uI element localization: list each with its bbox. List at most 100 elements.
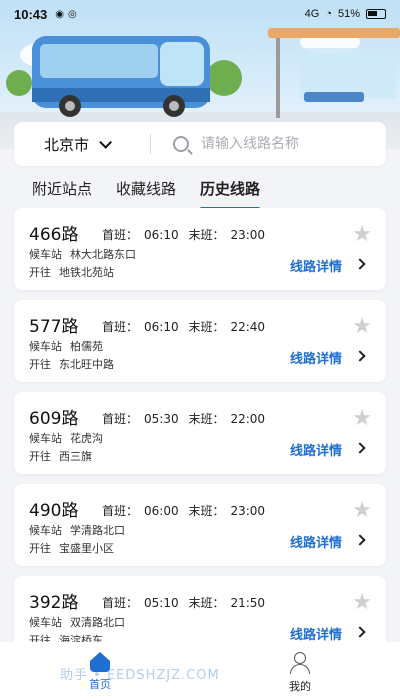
chevron-right-icon[interactable] bbox=[354, 350, 366, 362]
first-bus-time: 06:10 bbox=[144, 228, 179, 242]
first-bus-label: 首班： bbox=[102, 228, 139, 242]
first-bus-label: 首班： bbox=[102, 596, 139, 610]
first-bus-time: 06:10 bbox=[144, 320, 179, 334]
notification-icon: ◎ bbox=[67, 8, 77, 20]
nav-home[interactable]: 首页 bbox=[0, 642, 200, 700]
waiting-stop-value: 学清路北口 bbox=[70, 524, 125, 537]
destination-value: 东北旺中路 bbox=[59, 358, 114, 371]
destination-label: 开往 bbox=[29, 450, 51, 463]
destination: 开往 东北旺中路 bbox=[29, 356, 114, 372]
tab-history-routes[interactable]: 历史线路 bbox=[200, 170, 261, 210]
waiting-stop-value: 林大北路东口 bbox=[70, 248, 136, 261]
waiting-stop-label: 候车站 bbox=[29, 432, 62, 445]
waiting-stop-label: 候车站 bbox=[29, 340, 62, 353]
first-bus-label: 首班： bbox=[102, 504, 139, 518]
last-bus-time: 21:50 bbox=[230, 596, 266, 610]
route-card[interactable]: 466路 首班： 06:10 末班： 23:00 候车站 林大北路东口 开往 地铁北苑站… bbox=[14, 208, 386, 290]
route-card[interactable]: 577路 首班： 06:10 末班： 22:40 候车站 柏儒苑 开往 东北旺中路 ★ … bbox=[14, 300, 386, 382]
last-bus-label: 末班： bbox=[188, 504, 225, 518]
tab-bar: 附近站点 收藏线路 历史线路 bbox=[0, 170, 400, 210]
route-name: 577路 bbox=[29, 317, 79, 337]
destination: 开往 地铁北苑站 bbox=[29, 264, 114, 280]
last-bus-time: 22:00 bbox=[230, 412, 266, 426]
last-bus-label: 末班： bbox=[188, 596, 225, 610]
route-card[interactable]: 609路 首班： 05:30 末班： 22:00 候车站 花虎沟 开往 西三旗 ★ 线路… bbox=[14, 392, 386, 474]
waiting-stop: 候车站 学清路北口 bbox=[29, 522, 125, 538]
city-label: 北京市 bbox=[44, 135, 90, 154]
first-bus-label: 首班： bbox=[102, 320, 139, 334]
destination: 开往 宝盛里小区 bbox=[29, 540, 114, 556]
home-icon bbox=[88, 652, 112, 672]
nav-mine[interactable]: 我的 bbox=[200, 642, 400, 700]
last-bus-time: 23:00 bbox=[230, 504, 266, 518]
last-bus-label: 末班： bbox=[188, 320, 225, 334]
waiting-stop: 候车站 林大北路东口 bbox=[29, 246, 136, 262]
route-times: 首班： 05:30 末班： 22:00 bbox=[102, 410, 271, 427]
route-times: 首班： 06:10 末班： 23:00 bbox=[102, 226, 271, 243]
route-card[interactable]: 490路 首班： 06:00 末班： 23:00 候车站 学清路北口 开往 宝盛里小区 … bbox=[14, 484, 386, 566]
wifi-icon: ◔ bbox=[325, 8, 332, 20]
route-detail-link[interactable]: 线路详情 bbox=[290, 624, 342, 643]
waiting-stop: 候车站 柏儒苑 bbox=[29, 338, 103, 354]
battery-level: 51% bbox=[337, 8, 360, 20]
chevron-down-icon bbox=[99, 135, 113, 149]
first-bus-label: 首班： bbox=[102, 412, 139, 426]
route-name: 466路 bbox=[29, 225, 79, 245]
route-name: 609路 bbox=[29, 409, 79, 429]
star-icon[interactable]: ★ bbox=[352, 224, 372, 246]
waiting-stop-value: 柏儒苑 bbox=[70, 340, 103, 353]
search-icon bbox=[173, 136, 189, 152]
route-times: 首班： 06:10 末班： 22:40 bbox=[102, 318, 271, 335]
battery-icon bbox=[366, 9, 386, 19]
user-icon bbox=[288, 652, 312, 674]
destination-label: 开往 bbox=[29, 542, 51, 555]
waiting-stop-label: 候车站 bbox=[29, 616, 62, 629]
star-icon[interactable]: ★ bbox=[352, 500, 372, 522]
route-detail-link[interactable]: 线路详情 bbox=[290, 348, 342, 367]
tab-nearby-stations[interactable]: 附近站点 bbox=[32, 170, 92, 210]
route-detail-link[interactable]: 线路详情 bbox=[290, 440, 342, 459]
destination-label: 开往 bbox=[29, 266, 51, 279]
status-bar: 10:43 ◉ ◎ 4G ◔ 51% bbox=[0, 0, 400, 28]
network-indicator: 4G bbox=[304, 8, 320, 20]
route-detail-link[interactable]: 线路详情 bbox=[290, 256, 342, 275]
waiting-stop-value: 双清路北口 bbox=[70, 616, 125, 629]
route-name: 490路 bbox=[29, 501, 79, 521]
nav-mine-label: 我的 bbox=[289, 680, 311, 693]
first-bus-time: 05:30 bbox=[144, 412, 179, 426]
star-icon[interactable]: ★ bbox=[352, 316, 372, 338]
chevron-right-icon[interactable] bbox=[354, 258, 366, 270]
route-times: 首班： 06:00 末班： 23:00 bbox=[102, 502, 271, 519]
weibo-icon: ◉ bbox=[55, 8, 64, 20]
destination-value: 宝盛里小区 bbox=[59, 542, 114, 555]
chevron-right-icon[interactable] bbox=[354, 626, 366, 638]
last-bus-time: 23:00 bbox=[230, 228, 266, 242]
route-name: 392路 bbox=[29, 593, 79, 613]
waiting-stop-value: 花虎沟 bbox=[70, 432, 103, 445]
search-divider bbox=[150, 134, 151, 154]
destination-value: 地铁北苑站 bbox=[59, 266, 114, 279]
waiting-stop: 候车站 双清路北口 bbox=[29, 614, 125, 630]
destination-label: 开往 bbox=[29, 358, 51, 371]
chevron-right-icon[interactable] bbox=[354, 442, 366, 454]
waiting-stop-label: 候车站 bbox=[29, 524, 62, 537]
route-search-input[interactable] bbox=[201, 136, 371, 152]
star-icon[interactable]: ★ bbox=[352, 592, 372, 614]
star-icon[interactable]: ★ bbox=[352, 408, 372, 430]
status-time: 10:43 bbox=[14, 6, 48, 22]
route-times: 首班： 05:10 末班： 21:50 bbox=[102, 594, 271, 611]
nav-home-label: 首页 bbox=[89, 678, 111, 691]
waiting-stop: 候车站 花虎沟 bbox=[29, 430, 103, 446]
first-bus-time: 06:00 bbox=[144, 504, 179, 518]
chevron-right-icon[interactable] bbox=[354, 534, 366, 546]
waiting-stop-label: 候车站 bbox=[29, 248, 62, 261]
destination-value: 西三旗 bbox=[59, 450, 92, 463]
destination: 开往 西三旗 bbox=[29, 448, 92, 464]
route-detail-link[interactable]: 线路详情 bbox=[290, 532, 342, 551]
city-selector[interactable]: 北京市 bbox=[14, 134, 136, 155]
search-bar: 北京市 bbox=[14, 122, 386, 166]
bottom-nav: 首页 我的 bbox=[0, 642, 400, 700]
tab-favorite-routes[interactable]: 收藏线路 bbox=[116, 170, 176, 210]
last-bus-label: 末班： bbox=[188, 412, 225, 426]
last-bus-label: 末班： bbox=[188, 228, 225, 242]
